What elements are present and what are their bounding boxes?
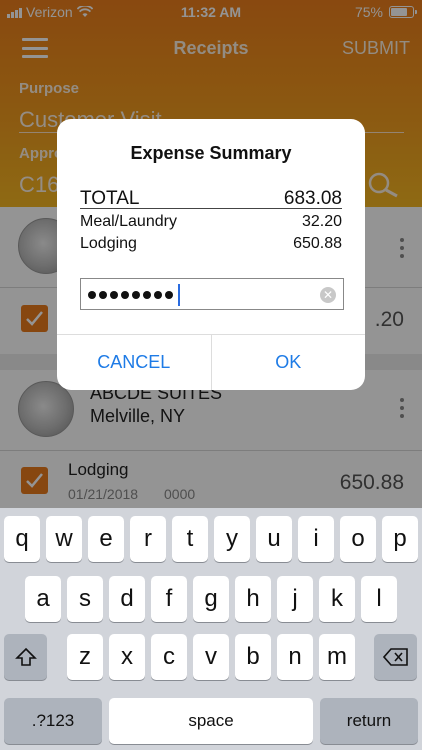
backspace-icon: [382, 648, 408, 666]
line-label: Lodging: [80, 235, 137, 252]
password-dot: [121, 291, 129, 299]
password-dot: [88, 291, 96, 299]
dialog-title: Expense Summary: [130, 143, 292, 163]
key-e[interactable]: e: [88, 516, 124, 562]
shift-icon: [14, 647, 37, 666]
password-dot: [165, 291, 173, 299]
keyboard: .?123 space return qwertyuiop asdfghjkl zx…: [0, 508, 422, 750]
key-x[interactable]: x: [109, 634, 145, 680]
key-l[interactable]: l: [361, 576, 397, 622]
password-dot: [99, 291, 107, 299]
key-s[interactable]: s: [67, 576, 103, 622]
key-t[interactable]: t: [172, 516, 208, 562]
key-z[interactable]: z: [67, 634, 103, 680]
line-value: 650.88: [293, 235, 342, 252]
password-dot: [154, 291, 162, 299]
line-label: Meal/Laundry: [80, 213, 177, 230]
line-value: 32.20: [301, 213, 342, 230]
numbers-key[interactable]: .?123: [4, 698, 102, 744]
key-y[interactable]: y: [214, 516, 250, 562]
key-r[interactable]: r: [130, 516, 166, 562]
cancel-button[interactable]: CANCEL: [57, 335, 212, 390]
space-key[interactable]: space: [109, 698, 313, 744]
total-row: TOTAL 683.08: [80, 188, 342, 210]
key-g[interactable]: g: [193, 576, 229, 622]
return-key[interactable]: return: [320, 698, 418, 744]
total-divider: [80, 208, 342, 209]
key-q[interactable]: q: [4, 516, 40, 562]
key-v[interactable]: v: [193, 634, 229, 680]
ok-button[interactable]: OK: [212, 335, 366, 390]
key-n[interactable]: n: [277, 634, 313, 680]
total-label: TOTAL: [80, 188, 140, 209]
key-d[interactable]: d: [109, 576, 145, 622]
password-dots: [88, 287, 173, 299]
key-i[interactable]: i: [298, 516, 334, 562]
text-cursor: [178, 284, 180, 306]
password-dot: [110, 291, 118, 299]
key-m[interactable]: m: [319, 634, 355, 680]
total-value: 683.08: [283, 188, 342, 209]
shift-key[interactable]: [4, 634, 47, 680]
key-c[interactable]: c: [151, 634, 187, 680]
key-p[interactable]: p: [382, 516, 418, 562]
key-w[interactable]: w: [46, 516, 82, 562]
password-dot: [132, 291, 140, 299]
delete-key[interactable]: [374, 634, 417, 680]
key-k[interactable]: k: [319, 576, 355, 622]
key-b[interactable]: b: [235, 634, 271, 680]
expense-summary-dialog: Expense Summary TOTAL 683.08 Meal/Laundr…: [57, 119, 365, 390]
key-j[interactable]: j: [277, 576, 313, 622]
password-input[interactable]: ✕: [80, 278, 344, 310]
password-dot: [143, 291, 151, 299]
key-o[interactable]: o: [340, 516, 376, 562]
dialog-actions: CANCEL OK: [57, 334, 365, 390]
summary-line: Lodging 650.88: [80, 235, 342, 253]
key-f[interactable]: f: [151, 576, 187, 622]
clear-icon[interactable]: ✕: [320, 287, 336, 303]
key-a[interactable]: a: [25, 576, 61, 622]
key-h[interactable]: h: [235, 576, 271, 622]
summary-line: Meal/Laundry 32.20: [80, 213, 342, 231]
key-u[interactable]: u: [256, 516, 292, 562]
